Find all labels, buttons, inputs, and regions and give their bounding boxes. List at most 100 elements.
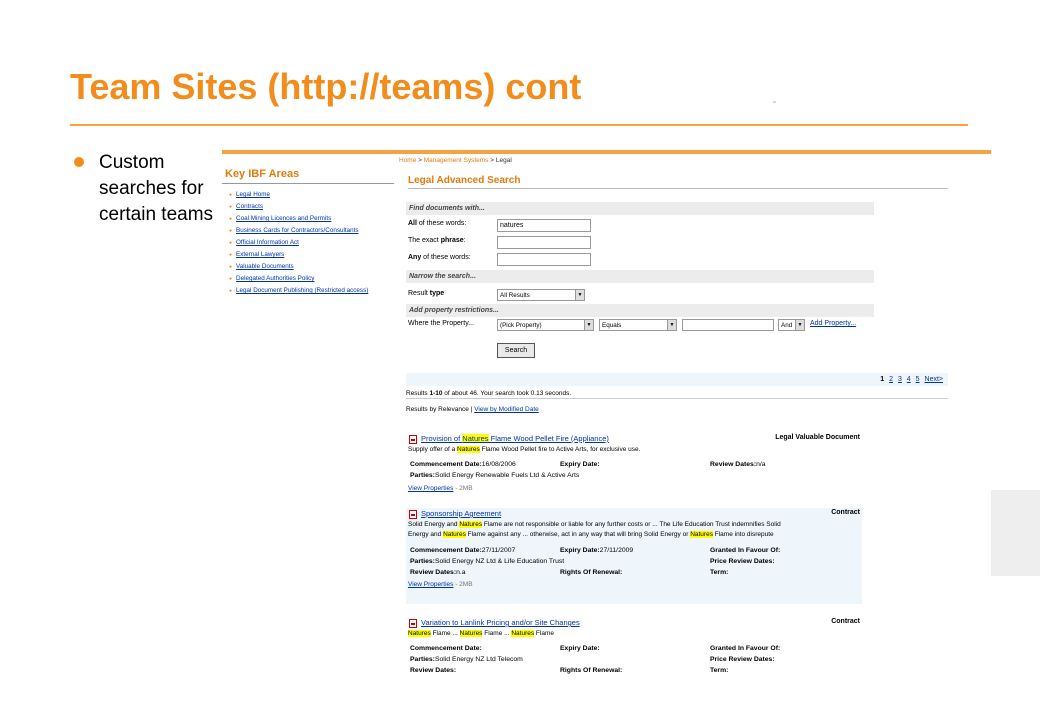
advanced-search-divider <box>408 188 948 189</box>
result-type: Contract <box>831 509 860 516</box>
review-dates: Review Dates:n.a <box>410 569 466 576</box>
breadcrumb: Home > Management Systems > Legal <box>399 157 512 164</box>
advanced-search-title: Legal Advanced Search <box>408 175 521 186</box>
commencement-date: Commencement Date:16/08/2006 <box>410 461 516 468</box>
rights-of-renewal: Rights Of Renewal: <box>560 667 623 674</box>
expiry-date: Expiry Date: <box>560 461 600 468</box>
exact-phrase-input[interactable] <box>497 236 591 249</box>
price-review-dates: Price Review Dates: <box>710 656 775 663</box>
any-words-input[interactable] <box>497 253 591 266</box>
add-property-link[interactable]: Add Property... <box>810 320 856 327</box>
results-divider <box>406 398 948 399</box>
nav-link-contracts[interactable]: Contracts <box>229 201 394 213</box>
search-button[interactable]: Search <box>497 343 535 358</box>
nav-link-valuable-documents[interactable]: Valuable Documents <box>229 261 394 273</box>
view-properties-link[interactable]: View Properties <box>408 485 453 492</box>
next-page-link[interactable]: Next> <box>925 376 943 383</box>
parties: Parties:Solid Energy NZ Ltd Telecom <box>410 656 523 663</box>
nav-link-delegated-authorities[interactable]: Delegated Authorities Policy <box>229 273 394 285</box>
results-summary: Results 1-10 of about 46. Your search to… <box>406 390 572 397</box>
file-size: - 2MB <box>453 485 473 492</box>
sort-separator: | <box>470 406 473 413</box>
result-item: Sponsorship Agreement Contract Solid Ene… <box>406 508 862 604</box>
all-words-label: All of these words: <box>408 220 467 227</box>
chevron-down-icon[interactable]: ▼ <box>575 290 584 300</box>
granted-in-favour-of: Granted In Favour Of: <box>710 645 781 652</box>
pdf-icon <box>409 619 417 628</box>
page-1[interactable]: 1 <box>880 376 884 383</box>
bullet-dot-icon <box>74 157 84 167</box>
page-2[interactable]: 2 <box>889 376 893 383</box>
narrow-search-heading: Narrow the search... <box>406 270 874 283</box>
sort-by-modified-link[interactable]: View by Modified Date <box>474 406 539 413</box>
breadcrumb-separator: > <box>418 157 422 164</box>
expiry-date: Expiry Date: <box>560 645 600 652</box>
result-type-label: Result type <box>408 290 445 297</box>
any-words-label: Any of these words: <box>408 254 471 261</box>
page-4[interactable]: 4 <box>907 376 911 383</box>
conjunction-select[interactable]: And ▼ <box>778 319 805 331</box>
left-nav: Key IBF Areas Legal Home Contracts Coal … <box>222 164 394 297</box>
where-property-label: Where the Property... <box>408 320 475 327</box>
property-select[interactable]: (Pick Property) ▼ <box>497 319 594 331</box>
all-words-input[interactable]: natures <box>497 219 591 232</box>
nav-link-legal-home[interactable]: Legal Home <box>229 189 394 201</box>
property-restrictions-heading: Add property restrictions... <box>406 304 874 317</box>
sort-by-relevance: Results by Relevance <box>406 406 469 413</box>
left-nav-title: Key IBF Areas <box>222 164 394 184</box>
file-size: - 2MB <box>453 581 473 588</box>
find-documents-heading: Find documents with... <box>406 202 874 215</box>
expiry-date: Expiry Date:27/11/2009 <box>560 547 634 554</box>
nav-link-external-lawyers[interactable]: External Lawyers <box>229 249 394 261</box>
page-3[interactable]: 3 <box>898 376 902 383</box>
page-5[interactable]: 5 <box>916 376 920 383</box>
chevron-down-icon[interactable]: ▼ <box>667 320 676 330</box>
term: Term: <box>710 667 729 674</box>
decorative-speck <box>773 101 776 103</box>
granted-in-favour-of: Granted In Favour Of: <box>710 547 781 554</box>
pagination: 1 2 3 4 5 Next> <box>406 373 948 386</box>
result-summary: Natures Flame ... Natures Flame ... Natu… <box>408 630 554 637</box>
left-nav-list: Legal Home Contracts Coal Mining Licence… <box>222 189 394 297</box>
nav-link-coal-mining[interactable]: Coal Mining Licences and Permits <box>229 213 394 225</box>
pdf-icon <box>409 510 417 519</box>
exact-phrase-label: The exact phrase: <box>408 237 466 244</box>
parties: Parties:Solid Energy NZ Ltd & Life Educa… <box>410 558 565 565</box>
result-type: Legal Valuable Document <box>775 434 860 441</box>
header-bar <box>222 150 991 154</box>
review-dates: Review Dates: <box>410 667 457 674</box>
slide-title: Team Sites (http://teams) cont <box>70 66 582 107</box>
view-properties: View Properties - 2MB <box>408 485 473 492</box>
breadcrumb-home[interactable]: Home <box>399 157 416 164</box>
property-value-input[interactable] <box>682 319 774 331</box>
review-dates: Review Dates:n/a <box>710 461 766 468</box>
rights-of-renewal: Rights Of Renewal: <box>560 569 623 576</box>
decorative-shape <box>990 490 1040 576</box>
result-title-link[interactable]: Sponsorship Agreement <box>421 509 501 518</box>
breadcrumb-management-systems[interactable]: Management Systems <box>424 157 489 164</box>
search-screenshot: Key IBF Areas Legal Home Contracts Coal … <box>222 150 991 686</box>
nav-link-official-information[interactable]: Official Information Act <box>229 237 394 249</box>
breadcrumb-current: Legal <box>495 157 512 164</box>
term: Term: <box>710 569 729 576</box>
result-type: Contract <box>831 618 860 625</box>
result-item: Provision of Natures Flame Wood Pellet F… <box>406 433 862 499</box>
chevron-down-icon[interactable]: ▼ <box>584 320 593 330</box>
view-properties: View Properties - 2MB <box>408 581 473 588</box>
result-title-link[interactable]: Provision of Natures Flame Wood Pellet F… <box>421 434 609 443</box>
commencement-date: Commencement Date:27/11/2007 <box>410 547 516 554</box>
result-type-select[interactable]: All Results ▼ <box>497 289 585 301</box>
parties: Parties:Solid Energy Renewable Fuels Ltd… <box>410 472 580 479</box>
breadcrumb-separator: > <box>490 157 495 164</box>
chevron-down-icon[interactable]: ▼ <box>795 320 804 330</box>
title-divider <box>70 124 968 126</box>
result-title-link[interactable]: Variation to Lanlink Pricing and/or Site… <box>421 618 580 627</box>
price-review-dates: Price Review Dates: <box>710 558 775 565</box>
operator-select[interactable]: Equals ▼ <box>599 319 677 331</box>
nav-link-business-cards[interactable]: Business Cards for Contractors/Consultan… <box>229 225 394 237</box>
commencement-date: Commencement Date: <box>410 645 482 652</box>
nav-link-document-publishing[interactable]: Legal Document Publishing (Restricted ac… <box>229 285 394 297</box>
view-properties-link[interactable]: View Properties <box>408 581 453 588</box>
result-summary: Supply offer of a Natures Flame Wood Pel… <box>408 446 641 453</box>
pdf-icon <box>409 435 417 444</box>
